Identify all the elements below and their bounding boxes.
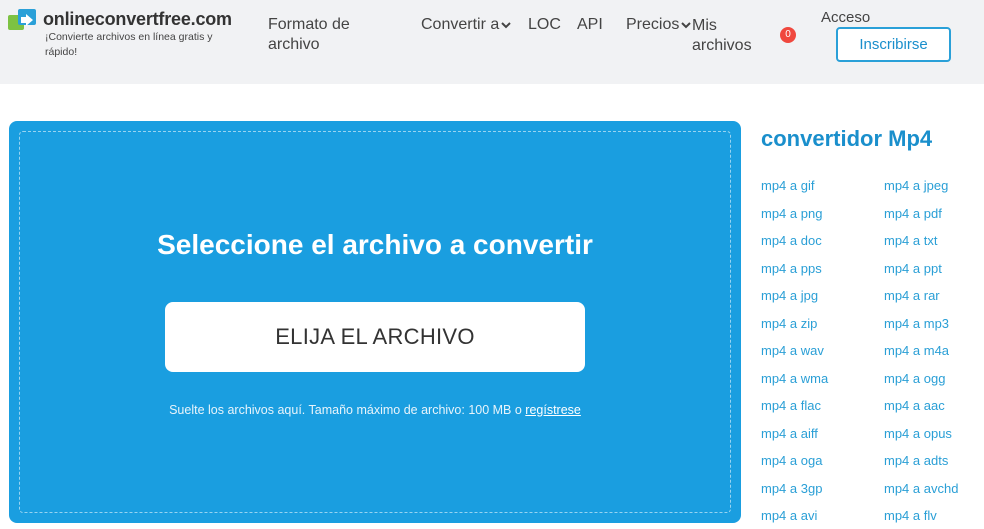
sidebar-link[interactable]: mp4 a aiff bbox=[761, 425, 828, 453]
sidebar-link[interactable]: mp4 a jpeg bbox=[884, 177, 958, 205]
signup-button[interactable]: Inscribirse bbox=[836, 27, 951, 62]
nav-loc[interactable]: LOC bbox=[528, 15, 561, 35]
chevron-down-icon[interactable] bbox=[500, 20, 512, 30]
sidebar-link[interactable]: mp4 a wma bbox=[761, 370, 828, 398]
sidebar-link[interactable]: mp4 a wav bbox=[761, 342, 828, 370]
nav-api[interactable]: API bbox=[577, 15, 603, 35]
sidebar-link[interactable]: mp4 a rar bbox=[884, 287, 958, 315]
sidebar-link[interactable]: mp4 a flac bbox=[761, 397, 828, 425]
sidebar-link[interactable]: mp4 a png bbox=[761, 205, 828, 233]
sidebar-link[interactable]: mp4 a flv bbox=[884, 507, 958, 529]
upload-note: Suelte los archivos aquí. Tamaño máximo … bbox=[9, 403, 741, 417]
brand-tagline: ¡Convierte archivos en línea gratis y rá… bbox=[45, 31, 213, 58]
sidebar-links-col1: mp4 a gif mp4 a png mp4 a doc mp4 a pps … bbox=[761, 177, 828, 529]
sidebar-link[interactable]: mp4 a avi bbox=[761, 507, 828, 529]
sidebar-link[interactable]: mp4 a adts bbox=[884, 452, 958, 480]
chevron-down-icon[interactable] bbox=[680, 20, 692, 30]
sidebar-link[interactable]: mp4 a mp3 bbox=[884, 315, 958, 343]
upload-dropzone[interactable]: Seleccione el archivo a convertir ELIJA … bbox=[9, 121, 741, 523]
sidebar-link[interactable]: mp4 a oga bbox=[761, 452, 828, 480]
brand-name[interactable]: onlineconvertfree.com bbox=[43, 9, 232, 30]
sidebar-link[interactable]: mp4 a doc bbox=[761, 232, 828, 260]
sidebar-link[interactable]: mp4 a txt bbox=[884, 232, 958, 260]
sidebar-link[interactable]: mp4 a pdf bbox=[884, 205, 958, 233]
sidebar-link[interactable]: mp4 a aac bbox=[884, 397, 958, 425]
login-link[interactable]: Acceso bbox=[821, 9, 870, 26]
sidebar-link[interactable]: mp4 a ppt bbox=[884, 260, 958, 288]
sidebar-link[interactable]: mp4 a avchd bbox=[884, 480, 958, 508]
sidebar-link[interactable]: mp4 a opus bbox=[884, 425, 958, 453]
logo-arrows-icon bbox=[8, 9, 38, 31]
header: onlineconvertfree.com ¡Convierte archivo… bbox=[0, 0, 984, 84]
upload-note-text: Suelte los archivos aquí. Tamaño máximo … bbox=[169, 403, 526, 417]
choose-file-button[interactable]: ELIJA EL ARCHIVO bbox=[165, 302, 585, 372]
upload-title: Seleccione el archivo a convertir bbox=[157, 229, 593, 260]
sidebar-links-col2: mp4 a jpeg mp4 a pdf mp4 a txt mp4 a ppt… bbox=[884, 177, 958, 529]
nav-my-files[interactable]: Mis archivos bbox=[692, 16, 772, 56]
logo[interactable] bbox=[8, 8, 38, 31]
sidebar-link[interactable]: mp4 a zip bbox=[761, 315, 828, 343]
sidebar-title: convertidor Mp4 bbox=[761, 126, 933, 151]
register-link[interactable]: regístrese bbox=[525, 403, 581, 417]
sidebar-link[interactable]: mp4 a pps bbox=[761, 260, 828, 288]
sidebar-link[interactable]: mp4 a gif bbox=[761, 177, 828, 205]
files-count-badge: 0 bbox=[780, 27, 796, 43]
nav-file-format[interactable]: Formato de archivo bbox=[268, 15, 378, 55]
sidebar-link[interactable]: mp4 a 3gp bbox=[761, 480, 828, 508]
sidebar-link[interactable]: mp4 a m4a bbox=[884, 342, 958, 370]
nav-convert-to[interactable]: Convertir a bbox=[421, 15, 501, 35]
sidebar-link[interactable]: mp4 a ogg bbox=[884, 370, 958, 398]
sidebar-link[interactable]: mp4 a jpg bbox=[761, 287, 828, 315]
nav-pricing[interactable]: Precios bbox=[626, 15, 679, 35]
